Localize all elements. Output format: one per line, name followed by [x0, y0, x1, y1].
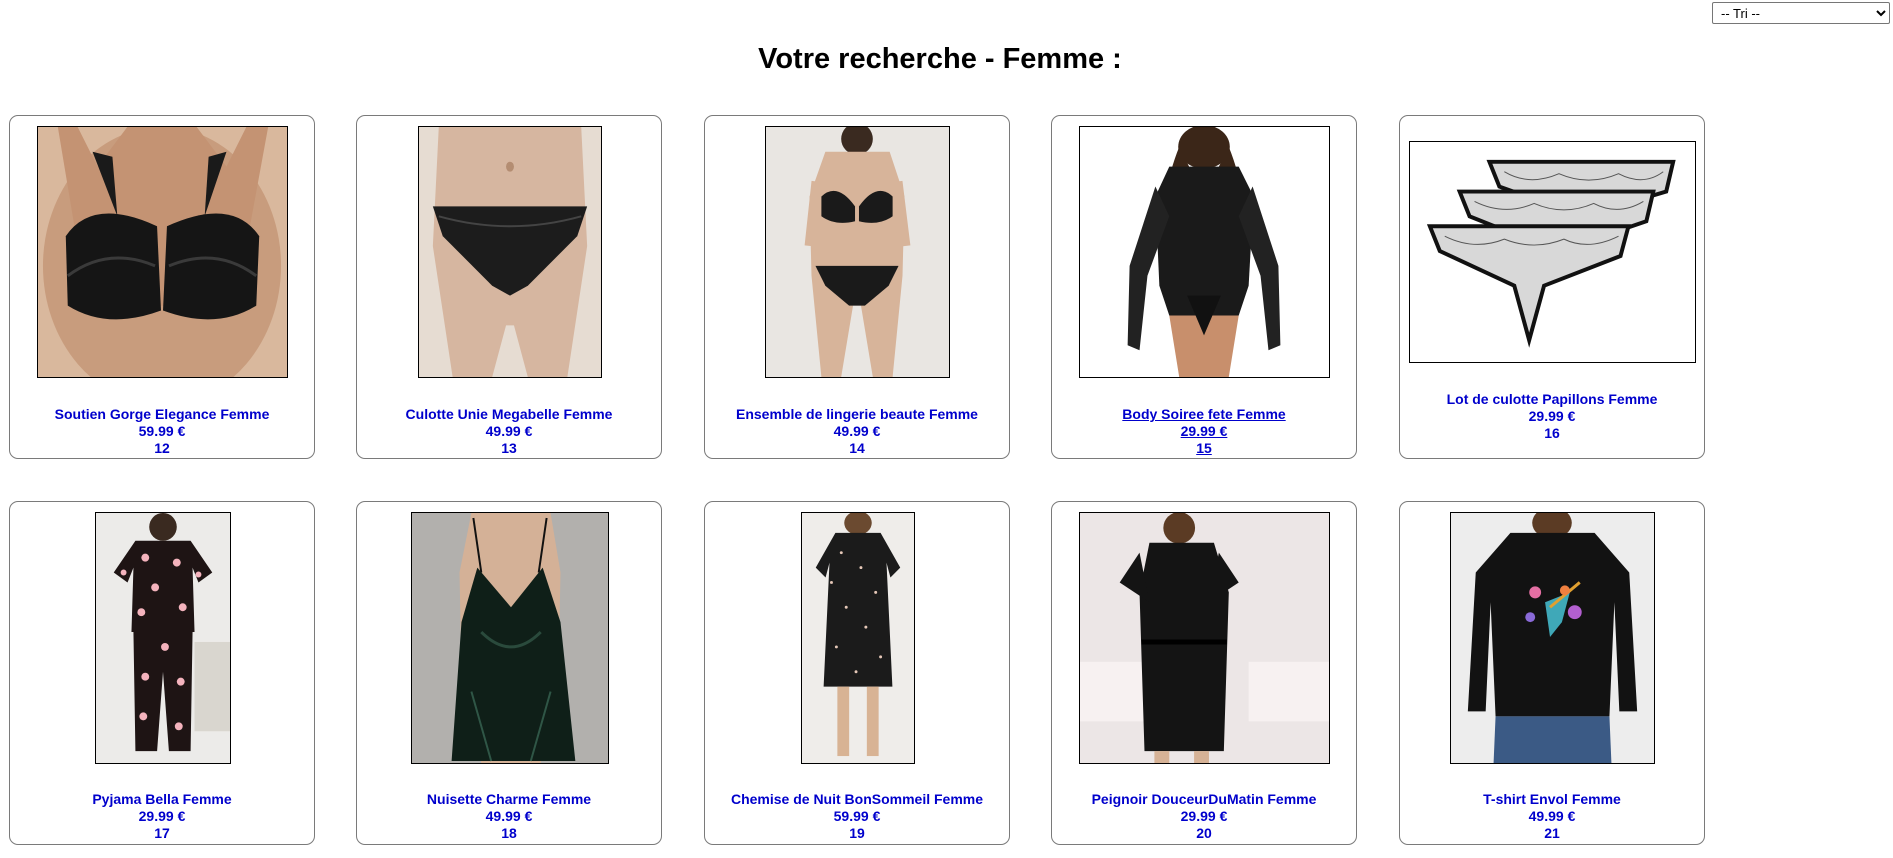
product-price[interactable]: 29.99 € — [1052, 808, 1356, 825]
product-card[interactable]: Nuisette Charme Femme 49.99 € 18 — [356, 501, 662, 845]
product-name[interactable]: Peignoir DouceurDuMatin Femme — [1052, 791, 1356, 808]
product-price[interactable]: 29.99 € — [10, 808, 314, 825]
product-name[interactable]: Lot de culotte Papillons Femme — [1400, 391, 1704, 408]
product-name[interactable]: Nuisette Charme Femme — [357, 791, 661, 808]
product-name[interactable]: Body Soiree fete Femme — [1052, 406, 1356, 423]
product-card[interactable]: Lot de culotte Papillons Femme 29.99 € 1… — [1399, 115, 1705, 459]
product-price[interactable]: 49.99 € — [1400, 808, 1704, 825]
product-price[interactable]: 59.99 € — [705, 808, 1009, 825]
floral-nightshirt-photo[interactable] — [801, 512, 915, 764]
product-id[interactable]: 21 — [1400, 825, 1704, 842]
product-id[interactable]: 18 — [357, 825, 661, 842]
black-lace-bra-photo[interactable] — [37, 126, 288, 378]
sort-select[interactable]: -- Tri -- — [1712, 2, 1890, 24]
product-price[interactable]: 49.99 € — [705, 423, 1009, 440]
product-card[interactable]: Body Soiree fete Femme 29.99 € 15 — [1051, 115, 1357, 459]
product-name[interactable]: Ensemble de lingerie beaute Femme — [705, 406, 1009, 423]
lace-panties-pack-photo[interactable] — [1409, 141, 1696, 363]
product-price[interactable]: 59.99 € — [10, 423, 314, 440]
product-id[interactable]: 15 — [1052, 440, 1356, 457]
heart-print-pyjama-photo[interactable] — [95, 512, 231, 764]
product-id[interactable]: 17 — [10, 825, 314, 842]
product-name[interactable]: T-shirt Envol Femme — [1400, 791, 1704, 808]
product-card[interactable]: T-shirt Envol Femme 49.99 € 21 — [1399, 501, 1705, 845]
product-id[interactable]: 16 — [1400, 425, 1704, 442]
product-card[interactable]: Peignoir DouceurDuMatin Femme 29.99 € 20 — [1051, 501, 1357, 845]
product-name[interactable]: Chemise de Nuit BonSommeil Femme — [705, 791, 1009, 808]
product-id[interactable]: 19 — [705, 825, 1009, 842]
green-satin-nightie-photo[interactable] — [411, 512, 609, 764]
black-robe-photo[interactable] — [1079, 512, 1330, 764]
product-name[interactable]: Culotte Unie Megabelle Femme — [357, 406, 661, 423]
product-price[interactable]: 29.99 € — [1052, 423, 1356, 440]
black-lingerie-set-photo[interactable] — [765, 126, 950, 378]
product-id[interactable]: 13 — [357, 440, 661, 457]
product-card[interactable]: Ensemble de lingerie beaute Femme 49.99 … — [704, 115, 1010, 459]
product-name[interactable]: Pyjama Bella Femme — [10, 791, 314, 808]
page-title: Votre recherche - Femme : — [758, 43, 1122, 75]
product-card[interactable]: Soutien Gorge Elegance Femme 59.99 € 12 — [9, 115, 315, 459]
black-lace-panty-photo[interactable] — [418, 126, 602, 378]
product-price[interactable]: 49.99 € — [357, 808, 661, 825]
hummingbird-tshirt-photo[interactable] — [1450, 512, 1655, 764]
product-card[interactable]: Culotte Unie Megabelle Femme 49.99 € 13 — [356, 115, 662, 459]
product-card[interactable]: Pyjama Bella Femme 29.99 € 17 — [9, 501, 315, 845]
product-id[interactable]: 14 — [705, 440, 1009, 457]
product-id[interactable]: 20 — [1052, 825, 1356, 842]
product-card[interactable]: Chemise de Nuit BonSommeil Femme 59.99 €… — [704, 501, 1010, 845]
product-name[interactable]: Soutien Gorge Elegance Femme — [10, 406, 314, 423]
product-id[interactable]: 12 — [10, 440, 314, 457]
product-price[interactable]: 29.99 € — [1400, 408, 1704, 425]
black-mesh-bodysuit-photo[interactable] — [1079, 126, 1330, 378]
product-price[interactable]: 49.99 € — [357, 423, 661, 440]
